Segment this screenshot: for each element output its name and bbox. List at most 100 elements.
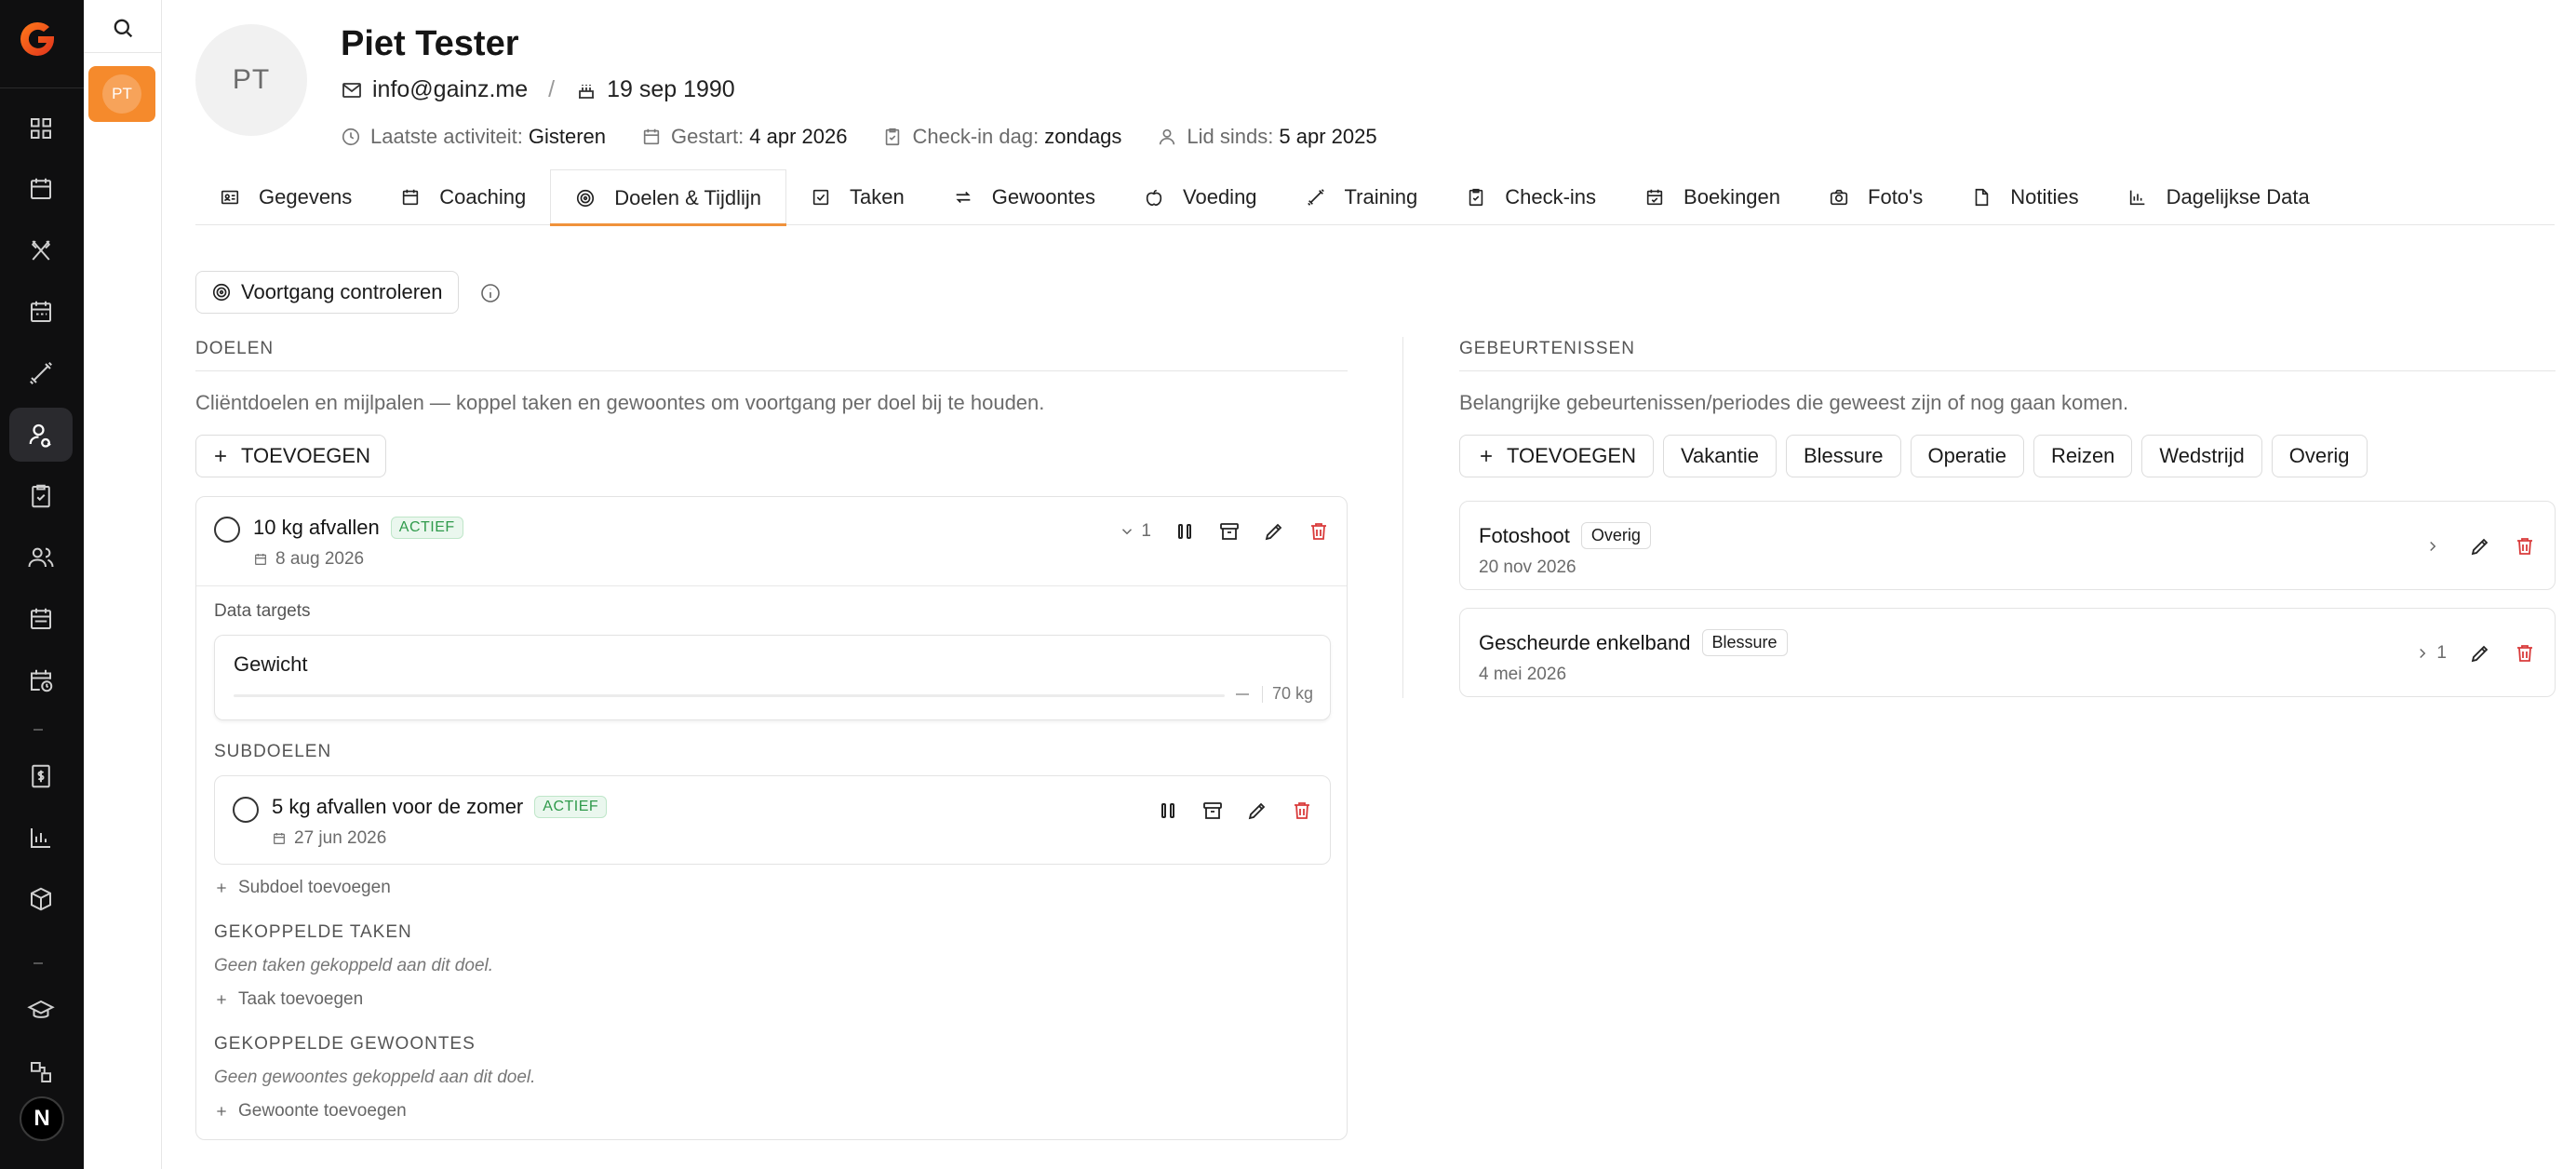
trash-icon[interactable] [2514, 642, 2536, 665]
tab-doelen-tijdlijn[interactable]: Doelen & Tijdlijn [550, 169, 786, 226]
tab-label: Training [1344, 185, 1418, 208]
last-activity: Laatste activiteit: Gisteren [341, 125, 606, 149]
subgoal-complete-toggle[interactable] [233, 797, 259, 823]
tab-label: Taken [850, 185, 905, 208]
tab-fotos[interactable]: Foto's [1805, 169, 1947, 225]
tab-taken[interactable]: Taken [786, 169, 929, 225]
plus-icon [217, 995, 226, 1004]
clients-icon[interactable] [9, 408, 73, 462]
tab-check-ins[interactable]: Check-ins [1442, 169, 1620, 225]
utensils-icon[interactable] [9, 223, 73, 277]
tab-coaching[interactable]: Coaching [376, 169, 550, 225]
file-icon [1975, 188, 1989, 207]
subgoal-date: 27 jun 2026 [294, 828, 387, 848]
subgoal-count-toggle[interactable]: 1 [1119, 521, 1151, 542]
add-habit-link[interactable]: Gewoonte toevoegen [214, 1101, 407, 1122]
expand-toggle[interactable]: 1 [2414, 643, 2447, 664]
integrations-icon[interactable] [9, 1045, 73, 1099]
tab-voeding[interactable]: Voeding [1120, 169, 1281, 225]
trash-icon[interactable] [2514, 535, 2536, 558]
calendar-clock-icon[interactable] [9, 653, 73, 707]
package-icon[interactable] [9, 872, 73, 926]
target-name: Gewicht [234, 652, 308, 676]
trash-icon[interactable] [1308, 520, 1330, 543]
tab-label: Voeding [1183, 185, 1257, 208]
tab-gewoontes[interactable]: Gewoontes [929, 169, 1120, 225]
email-text[interactable]: info@gainz.me [372, 76, 528, 103]
pencil-icon[interactable] [1246, 799, 1268, 822]
category-vakantie-button[interactable]: Vakantie [1662, 435, 1777, 477]
tab-dagelijkse-data[interactable]: Dagelijkse Data [2103, 169, 2334, 225]
tab-label: Gegevens [259, 185, 353, 208]
archive-icon[interactable] [1201, 799, 1224, 822]
pause-icon[interactable] [1174, 520, 1196, 543]
event-tag: Blessure [1701, 629, 1788, 656]
event-card[interactable]: Fotoshoot Overig 20 nov 2026 [1459, 501, 2556, 590]
column-separator [1402, 337, 1403, 698]
academy-icon[interactable] [9, 984, 73, 1038]
category-reizen-button[interactable]: Reizen [2033, 435, 2133, 477]
add-goal-button[interactable]: TOEVOEGEN [195, 435, 386, 477]
tab-gegevens[interactable]: Gegevens [195, 169, 376, 225]
pencil-icon[interactable] [2469, 535, 2491, 558]
sub-event-count: 1 [2436, 643, 2447, 663]
calendar-range-icon[interactable] [9, 592, 73, 646]
category-operatie-button[interactable]: Operatie [1910, 435, 2024, 477]
calendar-icon[interactable] [9, 162, 73, 216]
member-value: 5 apr 2025 [1279, 125, 1377, 148]
goal-actions: 1 [1119, 520, 1330, 543]
calendar-days-icon[interactable] [9, 285, 73, 339]
add-task-label: Taak toevoegen [238, 989, 364, 1009]
pencil-icon[interactable] [1263, 520, 1285, 543]
pencil-icon[interactable] [2469, 642, 2491, 665]
user-avatar[interactable]: N [20, 1096, 64, 1141]
subgoal-title: 5 kg afvallen voor de zomer [272, 795, 524, 818]
dumbbell-icon[interactable] [9, 346, 73, 400]
rail-separator [34, 729, 43, 731]
tab-notities[interactable]: Notities [1947, 169, 2102, 225]
target-divider [1261, 685, 1263, 703]
category-blessure-button[interactable]: Blessure [1785, 435, 1901, 477]
subgoal-card[interactable]: 5 kg afvallen voor de zomer ACTIEF 27 ju… [214, 775, 1331, 865]
analytics-icon[interactable] [9, 811, 73, 865]
search-icon[interactable] [110, 15, 136, 41]
add-event-button[interactable]: TOEVOEGEN [1459, 435, 1654, 477]
tab-training[interactable]: Training [1281, 169, 1442, 225]
info-icon[interactable] [479, 282, 502, 304]
add-event-label: TOEVOEGEN [1507, 444, 1636, 467]
add-subgoal-link[interactable]: Subdoel toevoegen [214, 878, 391, 898]
billing-icon[interactable] [9, 749, 73, 803]
tab-boekingen[interactable]: Boekingen [1620, 169, 1805, 225]
pause-icon[interactable] [1157, 799, 1179, 822]
meta-line: Laatste activiteit: Gisteren Gestart: 4 ap… [341, 125, 1413, 149]
tab-label: Foto's [1868, 185, 1924, 208]
event-date: 20 nov 2026 [1479, 558, 1576, 577]
subgoal-count: 1 [1141, 521, 1151, 541]
profile-tabs: Gegevens Coaching Doelen & Tijdlijn Take… [195, 169, 2555, 226]
goal-title: 10 kg afvallen [253, 516, 380, 539]
data-target-card[interactable]: Gewicht 70 kg [214, 635, 1331, 720]
dashboard-icon[interactable] [9, 101, 73, 155]
calendar-check-icon [1646, 189, 1663, 206]
category-wedstrijd-button[interactable]: Wedstrijd [2141, 435, 2262, 477]
check-progress-button[interactable]: Voortgang controleren [195, 271, 459, 314]
target-value-row: 70 kg [1235, 684, 1313, 704]
expand-toggle[interactable] [2424, 538, 2447, 555]
checkin-label: Check-in dag: [912, 125, 1040, 148]
trash-icon[interactable] [1291, 799, 1313, 822]
add-task-link[interactable]: Taak toevoegen [214, 989, 363, 1010]
gainz-logo-icon[interactable] [18, 20, 57, 59]
users-icon[interactable] [9, 531, 73, 584]
started-value: 4 apr 2026 [749, 125, 848, 148]
clipboard-icon[interactable] [9, 469, 73, 523]
event-actions: 1 [2414, 642, 2536, 665]
event-card[interactable]: Gescheurde enkelband Blessure 4 mei 2026… [1459, 608, 2556, 697]
client-card-active[interactable]: PT [88, 66, 155, 122]
goal-complete-toggle[interactable] [214, 517, 240, 543]
goal-header[interactable]: 10 kg afvallen ACTIEF 8 aug 2026 1 [196, 497, 1347, 586]
event-date: 4 mei 2026 [1479, 665, 1567, 684]
tab-label: Check-ins [1505, 185, 1597, 208]
archive-icon[interactable] [1218, 520, 1241, 543]
plus-icon [215, 450, 226, 462]
category-overig-button[interactable]: Overig [2271, 435, 2368, 477]
